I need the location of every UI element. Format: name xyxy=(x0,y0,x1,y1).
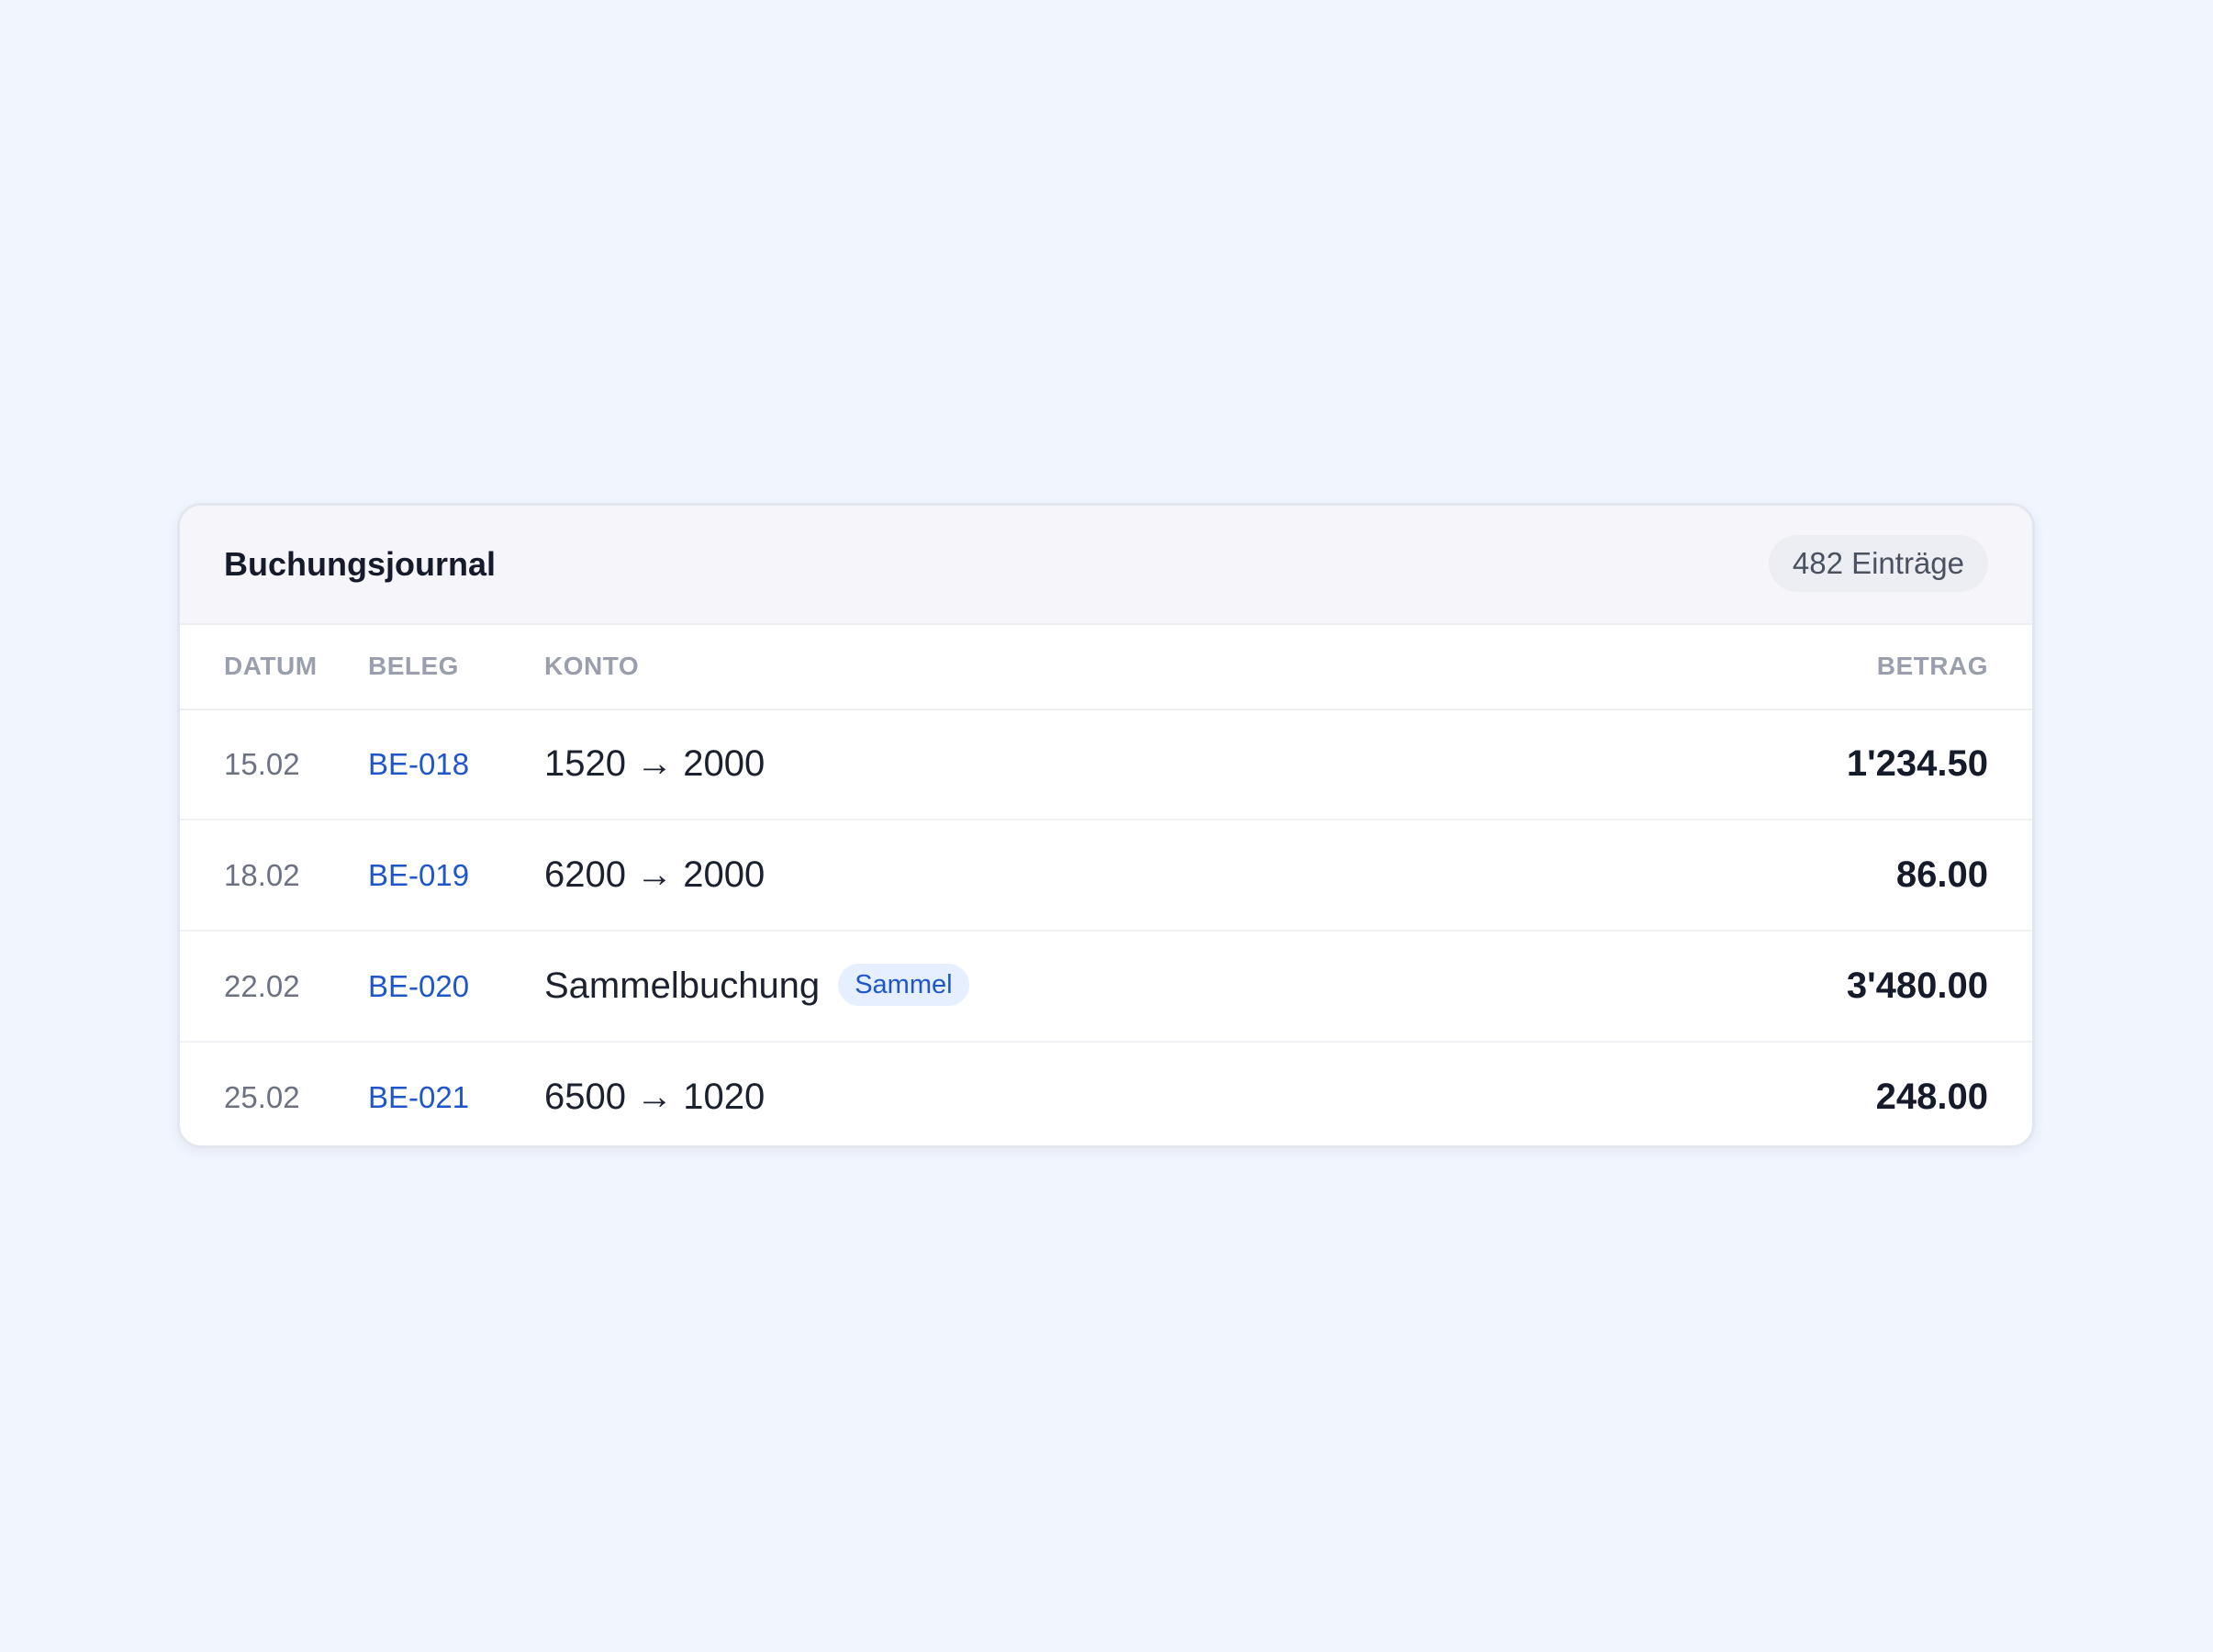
table-row[interactable]: 15.02 BE-018 1520 → 2000 1'234.50 xyxy=(180,709,2032,820)
row-date: 22.02 xyxy=(224,969,300,1003)
journal-card: Buchungsjournal 482 Einträge DATUM BELEG… xyxy=(177,503,2035,1148)
row-date: 25.02 xyxy=(224,1080,300,1114)
row-ref-link[interactable]: BE-020 xyxy=(368,932,469,1041)
card-header: Buchungsjournal 482 Einträge xyxy=(180,506,2032,625)
page-background: Buchungsjournal 482 Einträge DATUM BELEG… xyxy=(0,0,2213,1652)
row-ref-link[interactable]: BE-019 xyxy=(368,820,469,930)
collective-booking-tag: Sammel xyxy=(838,964,969,1007)
column-header-row: DATUM BELEG KONTO BETRAG xyxy=(180,623,2032,710)
row-account: 6200 → 2000 xyxy=(544,820,765,930)
row-date: 18.02 xyxy=(224,858,300,892)
column-header-ref[interactable]: BELEG xyxy=(368,623,459,709)
row-ref-link[interactable]: BE-018 xyxy=(368,709,469,819)
column-header-account[interactable]: KONTO xyxy=(544,623,639,709)
row-amount: 86.00 xyxy=(1895,854,1988,895)
table-row[interactable]: 25.02 BE-021 6500 → 1020 248.00 xyxy=(180,1043,2032,1145)
row-account: 6500 → 1020 xyxy=(544,1043,766,1145)
row-account: Sammelbuchung Sammel xyxy=(544,932,969,1041)
row-account-text: 6200 → 2000 xyxy=(544,854,766,895)
row-date: 15.02 xyxy=(224,747,300,781)
table-row[interactable]: 18.02 BE-019 6200 → 2000 86.00 xyxy=(180,820,2032,932)
journal-title: Buchungsjournal xyxy=(224,545,496,583)
column-header-date[interactable]: DATUM xyxy=(224,623,318,709)
table-row[interactable]: 22.02 BE-020 Sammelbuchung Sammel 3'480.0… xyxy=(180,932,2032,1043)
row-amount: 3'480.00 xyxy=(1846,966,1988,1006)
column-header-amount[interactable]: BETRAG xyxy=(1877,623,1988,709)
row-amount: 248.00 xyxy=(1875,1077,1988,1117)
row-ref-link[interactable]: BE-021 xyxy=(368,1043,469,1145)
row-account: 1520 → 2000 xyxy=(544,709,765,819)
row-account-text: Sammelbuchung xyxy=(544,966,821,1006)
row-account-text: 6500 → 1020 xyxy=(544,1077,766,1117)
journal-rows: 15.02 BE-018 1520 → 2000 1'234.50 18.02 … xyxy=(180,709,2032,1145)
entry-count-badge: 482 Einträge xyxy=(1768,535,1988,592)
row-account-text: 1520 → 2000 xyxy=(544,743,766,784)
row-amount: 1'234.50 xyxy=(1846,743,1988,784)
